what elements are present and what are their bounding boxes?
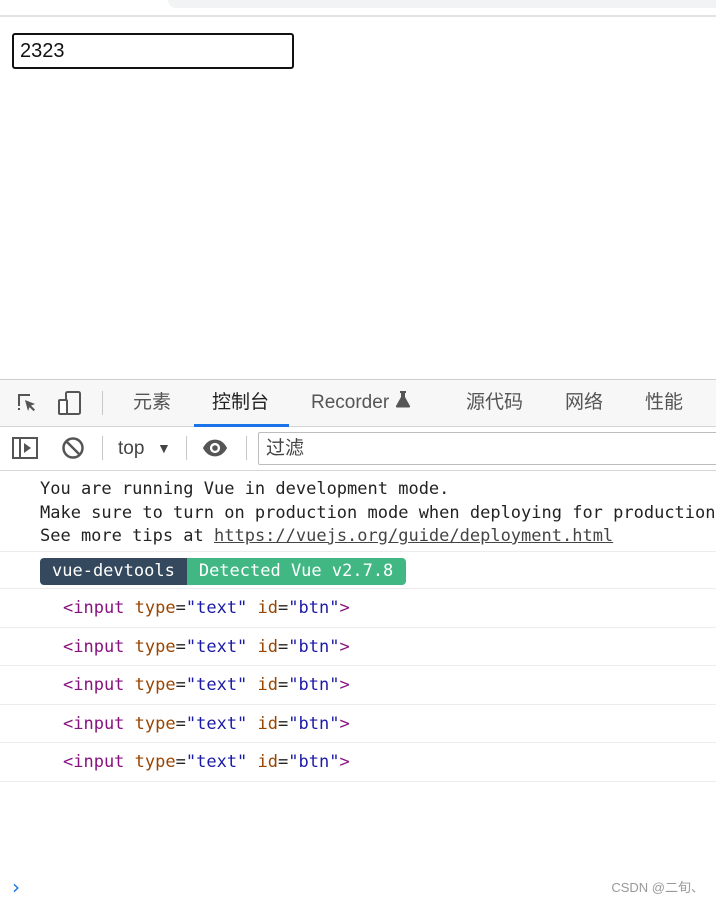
attr-value: "btn" [288, 598, 340, 618]
tag-open: <input [63, 636, 125, 657]
tag-open: <input [63, 752, 125, 772]
element-log-row[interactable]: <input type="text" id="btn"> [0, 589, 716, 628]
console-filter-input[interactable] [258, 432, 716, 465]
tab-sources[interactable]: 源代码 [466, 380, 523, 426]
attr-name: type [134, 675, 176, 695]
vue-devtools-badge-message: vue-devtools Detected Vue v2.7.8 [0, 552, 716, 589]
vue-devtools-badge: vue-devtools [40, 558, 187, 585]
browser-top-strip [0, 0, 716, 17]
attr-name: id [257, 675, 279, 695]
tag-close: > [339, 598, 350, 618]
attr-value: "text" [185, 598, 248, 618]
watermark: CSDN @二旬、 [611, 880, 704, 895]
tag-open: <input [63, 598, 125, 618]
attr-value: "btn" [288, 713, 340, 734]
vue-dev-mode-message: You are running Vue in development mode.… [0, 471, 716, 552]
tab-network[interactable]: 网络 [565, 380, 603, 426]
tab-elements[interactable]: 元素 [133, 380, 171, 426]
tag-open: <input [63, 713, 125, 734]
console-toolbar: top ▼ [0, 427, 716, 471]
devtools-tab-bar: 元素 控制台 Recorder 源代码 网络 性能 [0, 380, 716, 427]
browser-tab-edge [168, 0, 716, 8]
attr-value: "text" [185, 675, 248, 695]
console-prompt-icon[interactable]: › [12, 875, 20, 899]
element-log-row[interactable]: <input type="text" id="btn"> [0, 743, 716, 782]
attr-value: "btn" [288, 752, 340, 772]
attr-name: id [257, 636, 279, 657]
tag-open: <input [63, 675, 125, 695]
attr-value: "text" [185, 752, 248, 772]
inspect-element-icon[interactable] [14, 390, 40, 416]
chevron-down-icon[interactable]: ▼ [157, 427, 171, 470]
tab-recorder-label: Recorder [311, 392, 390, 414]
tag-close: > [339, 636, 350, 657]
tag-close: > [339, 675, 350, 695]
toolbar-separator [102, 436, 103, 460]
detected-vue-badge: Detected Vue v2.7.8 [186, 558, 407, 585]
element-log-row[interactable]: <input type="text" id="btn"> [0, 666, 716, 705]
console-output: You are running Vue in development mode.… [0, 471, 716, 899]
tag-close: > [339, 752, 350, 772]
attr-value: "btn" [288, 636, 340, 657]
element-log-row[interactable]: <input type="text" id="btn"> [0, 628, 716, 666]
element-log-row[interactable]: <input type="text" id="btn"> [0, 705, 716, 743]
tab-performance[interactable]: 性能 [645, 380, 683, 426]
attr-name: id [257, 598, 279, 618]
clear-console-icon[interactable] [60, 435, 86, 461]
tab-recorder[interactable]: Recorder [311, 380, 411, 426]
page-text-input[interactable] [12, 33, 294, 69]
tab-separator [102, 391, 103, 415]
message-line: Make sure to turn on production mode whe… [40, 502, 716, 523]
message-line: You are running Vue in development mode. [40, 479, 450, 499]
attr-value: "text" [185, 636, 248, 657]
deployment-guide-link[interactable]: https://vuejs.org/guide/deployment.html [214, 526, 613, 546]
toolbar-separator [246, 436, 247, 460]
devtools-panel: 元素 控制台 Recorder 源代码 网络 性能 top ▼ 过滤 You a… [0, 379, 716, 903]
device-toolbar-icon[interactable] [57, 390, 83, 416]
context-selector[interactable]: top [118, 427, 144, 470]
page: 元素 控制台 Recorder 源代码 网络 性能 [0, 0, 716, 903]
attr-name: type [134, 636, 176, 657]
tab-console[interactable]: 控制台 [193, 380, 290, 427]
attr-name: type [134, 752, 176, 772]
tag-close: > [339, 713, 350, 734]
message-line-prefix: See more tips at [40, 526, 214, 546]
attr-name: id [257, 713, 279, 734]
attr-name: id [257, 752, 279, 772]
attr-value: "text" [185, 713, 248, 734]
experimental-flask-icon [395, 380, 411, 426]
console-sidebar-icon[interactable] [12, 435, 38, 461]
attr-name: type [134, 713, 176, 734]
toolbar-separator [186, 436, 187, 460]
attr-name: type [134, 598, 176, 618]
attr-value: "btn" [288, 675, 340, 695]
live-expression-icon[interactable] [202, 435, 228, 461]
